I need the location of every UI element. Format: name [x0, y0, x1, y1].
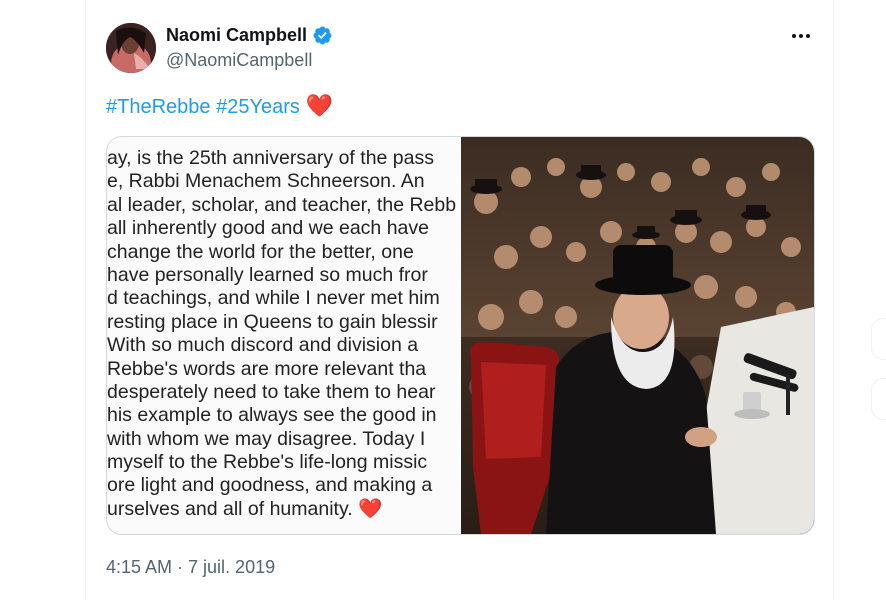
- statement-line: ay, is the 25th anniversary of the pass: [107, 147, 434, 169]
- statement-line: desperately need to take them to hear: [107, 380, 436, 403]
- verified-badge-icon[interactable]: [312, 25, 333, 46]
- statement-line: d teachings, and while I never met him: [107, 287, 440, 310]
- statement-line: change the world for the better, one: [107, 240, 414, 263]
- statement-line: his example to always see the good in: [107, 404, 437, 427]
- timeline-right-border: [833, 0, 834, 600]
- statement-line: al leader, scholar, and teacher, the Reb…: [107, 193, 457, 216]
- sidebar-card: [871, 378, 886, 420]
- statement-line: ore light and goodness, and making a: [107, 474, 433, 497]
- statement-line: urselves and all of humanity. ❤️: [107, 497, 383, 520]
- author-handle[interactable]: @NaomiCampbell: [166, 50, 312, 71]
- timeline-left-border: [85, 0, 86, 600]
- more-horizontal-icon[interactable]: [789, 26, 813, 46]
- author-name-row[interactable]: Naomi Campbell: [166, 25, 333, 46]
- crowd-photo-image: [461, 137, 814, 534]
- statement-image[interactable]: ay, is the 25th anniversary of the pass …: [107, 137, 461, 534]
- statement-line: resting place in Queens to gain blessir: [107, 310, 438, 333]
- statement-line: have personally learned so much fror: [107, 263, 428, 286]
- avatar-portrait-image: [106, 23, 156, 73]
- hashtag-link[interactable]: #TheRebbe: [106, 96, 211, 118]
- author-display-name[interactable]: Naomi Campbell: [166, 25, 307, 46]
- tweet-timestamp-link[interactable]: 4:15 AM · 7 juil. 2019: [106, 557, 275, 578]
- rebbe-photo[interactable]: [461, 137, 814, 534]
- red-heart-emoji: ❤️: [305, 93, 333, 118]
- sidebar-card: [871, 318, 886, 360]
- avatar[interactable]: [106, 23, 156, 73]
- tweet-text: #TheRebbe #25Years ❤️: [106, 93, 333, 120]
- hashtag-link[interactable]: #25Years: [216, 96, 300, 118]
- statement-text: ay, is the 25th anniversary of the pass …: [107, 147, 461, 521]
- statement-line: with whom we may disagree. Today I: [107, 427, 426, 450]
- tweet-media[interactable]: ay, is the 25th anniversary of the pass …: [106, 136, 815, 535]
- statement-line: all inherently good and we each have: [107, 217, 429, 240]
- statement-line: Rebbe's words are more relevant tha: [107, 357, 427, 380]
- statement-line: myself to the Rebbe's life-long missic: [107, 451, 428, 474]
- statement-line: With so much discord and division a: [107, 334, 419, 357]
- statement-line: e, Rabbi Menachem Schneerson. An: [107, 170, 425, 193]
